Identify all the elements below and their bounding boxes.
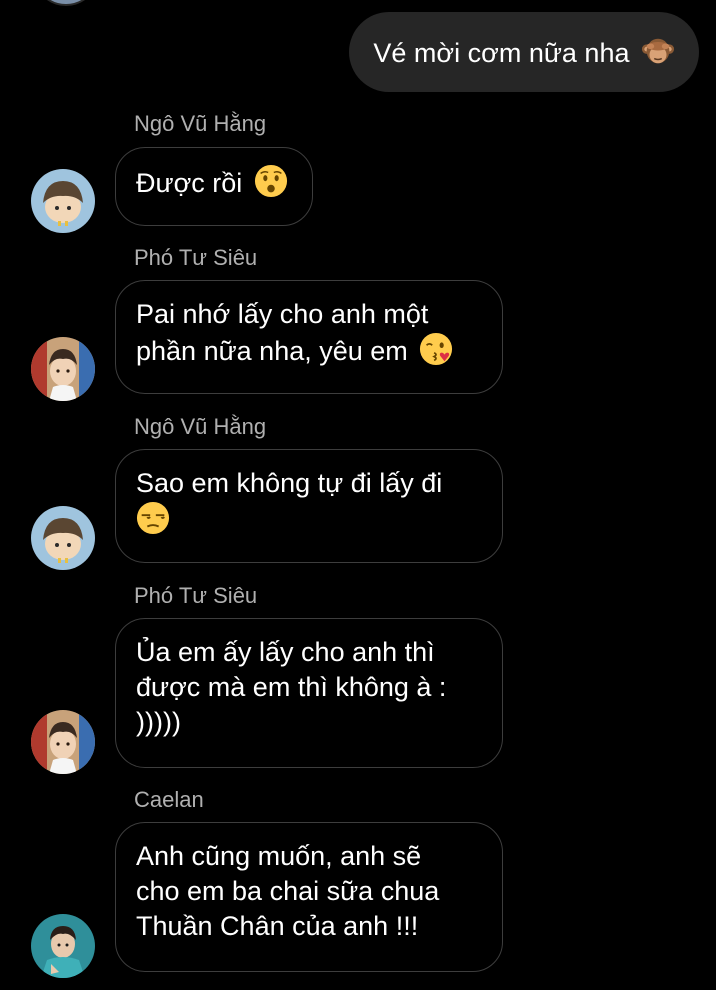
avatar-ngo-vu-hang[interactable] bbox=[31, 506, 95, 570]
message-text: Sao em không tự đi lấy đi bbox=[136, 468, 443, 498]
sender-name: Phó Tư Siêu bbox=[134, 245, 258, 270]
chat-thread: Vé mời cơm nữa nha Ngô Vũ Hằng Được rồi … bbox=[0, 0, 716, 990]
unamused-face-icon bbox=[136, 501, 170, 535]
message-text: Anh cũng muốn, anh sẽ bbox=[136, 841, 422, 871]
avatar-pho-tu-sieu[interactable] bbox=[31, 337, 95, 401]
avatar-pho-tu-sieu[interactable] bbox=[31, 710, 95, 774]
incoming-message-bubble[interactable]: Pai nhớ lấy cho anh một phần nữa nha, yê… bbox=[115, 280, 503, 394]
see-no-evil-monkey-icon bbox=[641, 38, 675, 64]
sender-name: Caelan bbox=[134, 787, 204, 812]
worried-face-icon bbox=[254, 164, 287, 198]
sender-name: Ngô Vũ Hằng bbox=[134, 111, 267, 136]
message-text: phần nữa nha, yêu em bbox=[136, 336, 408, 366]
avatar-ngo-vu-hang[interactable] bbox=[31, 169, 95, 233]
avatar[interactable] bbox=[33, 0, 99, 6]
sender-name: Phó Tư Siêu bbox=[134, 583, 258, 608]
message-text: Được rồi bbox=[136, 168, 243, 198]
message-text: Ủa em ấy lấy cho anh thì bbox=[136, 637, 435, 667]
message-text: ))))) bbox=[136, 707, 181, 737]
message-text: Thuần Chân của anh !!! bbox=[136, 911, 419, 941]
incoming-message-bubble[interactable]: Anh cũng muốn, anh sẽ cho em ba chai sữa… bbox=[115, 822, 503, 972]
incoming-message-bubble[interactable]: Ủa em ấy lấy cho anh thì được mà em thì … bbox=[115, 618, 503, 768]
avatar-caelan[interactable] bbox=[31, 914, 95, 978]
incoming-message-bubble[interactable]: Sao em không tự đi lấy đi bbox=[115, 449, 503, 563]
message-text: Vé mời cơm nữa nha bbox=[373, 38, 630, 68]
incoming-message-bubble[interactable]: Được rồi bbox=[115, 147, 313, 226]
message-text: Pai nhớ lấy cho anh một bbox=[136, 299, 429, 329]
outgoing-message-bubble[interactable]: Vé mời cơm nữa nha bbox=[349, 12, 699, 92]
message-text: cho em ba chai sữa chua bbox=[136, 876, 440, 906]
message-text: được mà em thì không à : bbox=[136, 672, 447, 702]
face-blowing-kiss-icon bbox=[420, 332, 453, 366]
sender-name: Ngô Vũ Hằng bbox=[134, 414, 267, 439]
